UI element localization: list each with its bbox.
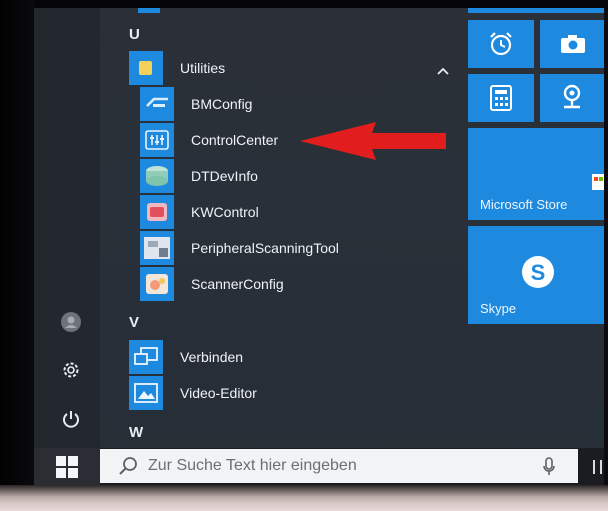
tile-label: Microsoft Store <box>480 197 568 212</box>
red-arrow-annotation <box>300 122 446 160</box>
partial-app-icon <box>138 8 160 13</box>
connect-icon <box>129 340 163 374</box>
controlcenter-icon <box>140 123 174 157</box>
video-editor-icon <box>129 376 163 410</box>
power-icon[interactable] <box>56 404 86 434</box>
app-label: BMConfig <box>191 96 253 112</box>
search-icon <box>118 456 138 476</box>
dtdevinfo-icon <box>140 159 174 193</box>
app-label: Video-Editor <box>180 385 257 401</box>
folder-icon <box>129 51 163 85</box>
app-label: KWControl <box>191 204 259 220</box>
app-scannerconfig[interactable]: ScannerConfig <box>140 267 284 301</box>
tile-microsoft-store[interactable]: Microsoft Store <box>468 128 604 220</box>
tile-calculator[interactable] <box>468 74 534 122</box>
bmconfig-icon <box>140 87 174 121</box>
scannerconfig-icon <box>140 267 174 301</box>
tile-top-partial[interactable] <box>468 8 604 13</box>
app-label: PeripheralScanningTool <box>191 240 339 256</box>
tile-maps[interactable] <box>540 74 604 122</box>
user-avatar-icon[interactable] <box>56 307 86 337</box>
settings-gear-icon[interactable] <box>56 355 86 385</box>
app-controlcenter[interactable]: ControlCenter <box>140 123 278 157</box>
tile-camera[interactable] <box>540 20 604 68</box>
app-verbinden[interactable]: Verbinden <box>129 340 243 374</box>
tile-skype[interactable]: S Skype <box>468 226 604 324</box>
section-header-v[interactable]: V <box>129 314 139 331</box>
search-input[interactable] <box>148 457 528 475</box>
search-box[interactable] <box>100 449 578 483</box>
section-header-w[interactable]: W <box>129 424 143 441</box>
microphone-icon[interactable] <box>542 457 556 482</box>
app-dtdevinfo[interactable]: DTDevInfo <box>140 159 258 193</box>
kwcontrol-icon <box>140 195 174 229</box>
peripheral-scanning-icon <box>140 231 174 265</box>
camera-icon <box>560 33 586 60</box>
calculator-icon <box>489 85 513 116</box>
start-rail <box>34 8 100 448</box>
section-header-u[interactable]: U <box>129 26 140 43</box>
start-menu-screen: U Utilities BMConfig ControlCenter DTDev… <box>34 8 604 486</box>
svg-text:S: S <box>531 260 546 285</box>
app-label: ControlCenter <box>191 132 279 148</box>
bezel-bottom <box>0 485 608 511</box>
alarm-clock-icon <box>487 30 515 63</box>
store-bag-icon <box>592 168 604 195</box>
app-label: DTDevInfo <box>191 168 258 184</box>
app-video-editor[interactable]: Video-Editor <box>129 376 257 410</box>
tile-alarms[interactable] <box>468 20 534 68</box>
app-kwcontrol[interactable]: KWControl <box>140 195 259 229</box>
task-view-icon[interactable] <box>593 460 602 474</box>
bezel-left <box>0 0 34 511</box>
tile-label: Skype <box>480 301 517 316</box>
app-label: Verbinden <box>180 349 244 365</box>
app-bmconfig[interactable]: BMConfig <box>140 87 252 121</box>
maps-pin-icon <box>560 83 584 118</box>
chevron-up-icon <box>437 62 449 80</box>
skype-icon: S <box>520 254 556 295</box>
app-peripheralscanningtool[interactable]: PeripheralScanningTool <box>140 231 339 265</box>
utilities-folder-label: Utilities <box>180 60 226 76</box>
windows-logo-icon[interactable] <box>34 448 100 486</box>
utilities-folder[interactable]: Utilities <box>129 51 449 85</box>
app-label: ScannerConfig <box>191 276 284 292</box>
